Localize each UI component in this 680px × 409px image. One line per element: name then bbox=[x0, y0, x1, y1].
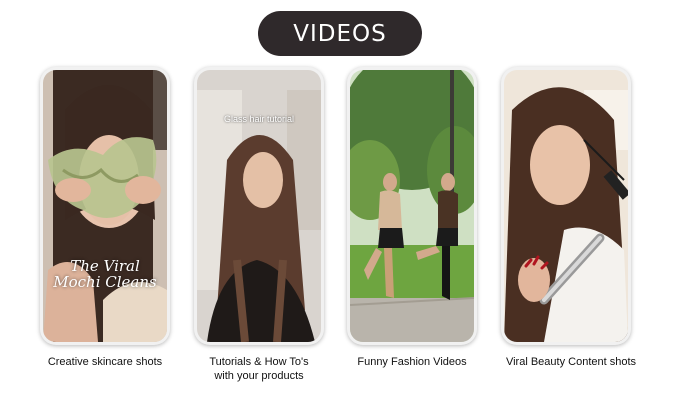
caption-tutorial: Tutorials & How To's with your products bbox=[209, 356, 309, 382]
fashion-image bbox=[350, 70, 474, 342]
video-thumbnail-tutorial[interactable]: Glass hair tutorial bbox=[197, 70, 321, 342]
video-card-beauty[interactable] bbox=[501, 67, 631, 345]
video-card-tutorial[interactable]: Glass hair tutorial bbox=[194, 67, 324, 345]
video-overlay-title: The Viral Mochi Cleans bbox=[53, 257, 157, 291]
video-overlay-caption: Glass hair tutorial bbox=[223, 114, 295, 124]
caption-beauty: Viral Beauty Content shots bbox=[505, 356, 637, 368]
video-thumbnail-fashion[interactable] bbox=[350, 70, 474, 342]
section-title: VIDEOS bbox=[293, 20, 387, 47]
video-card-skincare[interactable]: The Viral Mochi Cleans bbox=[40, 67, 170, 345]
caption-skincare: Creative skincare shots bbox=[47, 356, 163, 368]
video-card-fashion[interactable] bbox=[347, 67, 477, 345]
caption-fashion: Funny Fashion Videos bbox=[357, 356, 467, 368]
beauty-image bbox=[504, 70, 628, 342]
videos-title-pill: VIDEOS bbox=[258, 11, 422, 56]
video-thumbnail-skincare[interactable]: The Viral Mochi Cleans bbox=[43, 70, 167, 342]
skincare-image bbox=[43, 70, 167, 342]
tutorial-image bbox=[197, 70, 321, 342]
video-thumbnail-beauty[interactable] bbox=[504, 70, 628, 342]
